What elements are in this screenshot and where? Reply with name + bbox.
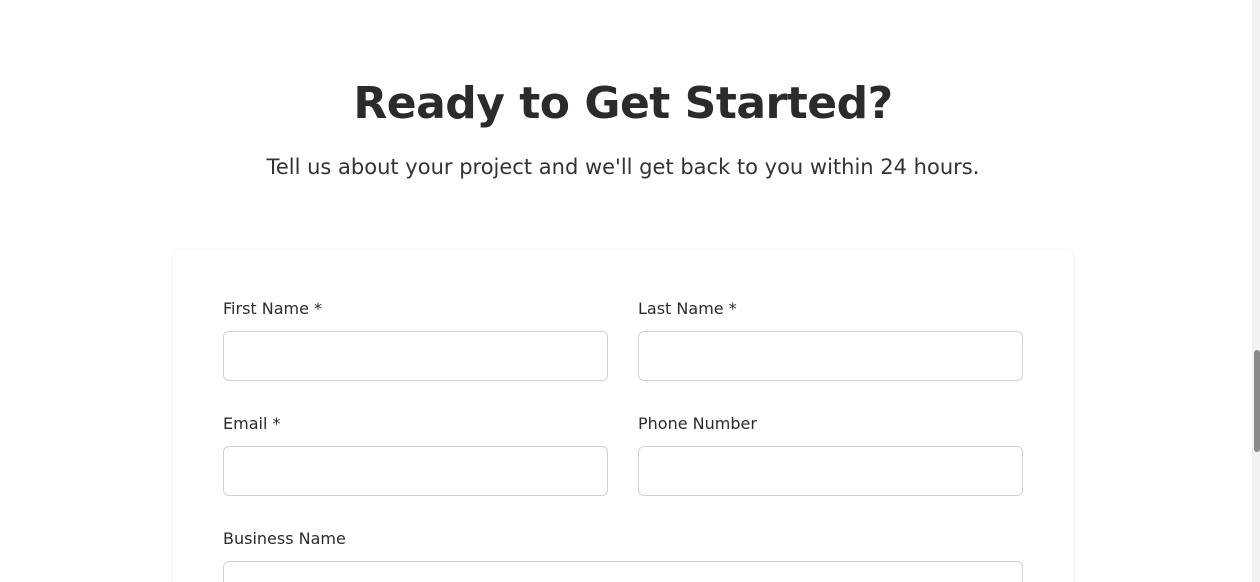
phone-label: Phone Number <box>638 414 757 433</box>
first-name-label: First Name * <box>223 299 323 318</box>
business-name-group: Business Name <box>223 529 1023 582</box>
last-name-label: Last Name * <box>638 299 737 318</box>
last-name-input[interactable] <box>638 331 1023 381</box>
first-name-input[interactable] <box>223 331 608 381</box>
contact-page: Ready to Get Started? Tell us about your… <box>0 0 1260 582</box>
business-name-input[interactable] <box>223 561 1023 582</box>
last-name-group: Last Name * <box>638 299 1023 381</box>
page-subtitle: Tell us about your project and we'll get… <box>266 155 980 179</box>
business-name-label: Business Name <box>223 529 346 548</box>
email-group: Email * <box>223 414 608 496</box>
email-input[interactable] <box>223 446 608 496</box>
email-label: Email * <box>223 414 281 433</box>
scrollbar-thumb[interactable] <box>1254 350 1260 452</box>
phone-input[interactable] <box>638 446 1023 496</box>
contact-form: First Name * Last Name * Email * Phone N… <box>173 250 1073 582</box>
page-title: Ready to Get Started? <box>353 78 893 129</box>
scrollbar-track[interactable] <box>1252 0 1260 582</box>
first-name-group: First Name * <box>223 299 608 381</box>
phone-group: Phone Number <box>638 414 1023 496</box>
